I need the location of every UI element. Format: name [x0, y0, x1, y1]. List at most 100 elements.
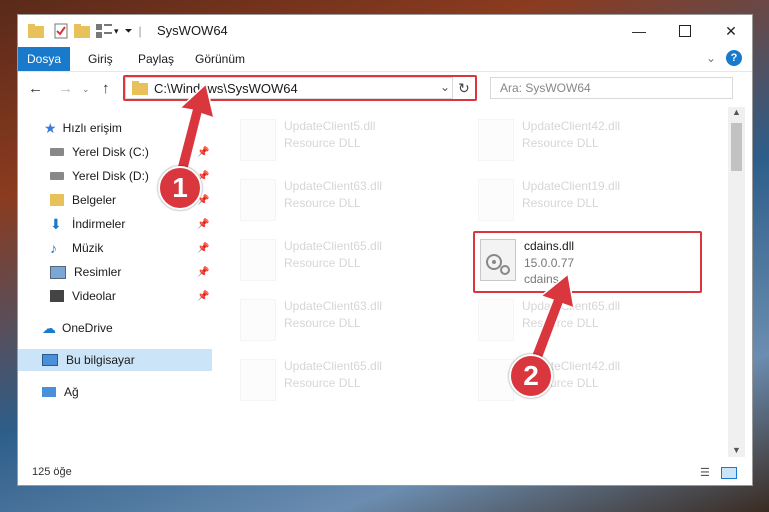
file-name: UpdateClient65.dll: [284, 239, 383, 253]
file-item[interactable]: UpdateClient65.dll Resource DLL: [236, 355, 461, 403]
customize-toolbar-icon[interactable]: ⏷: [125, 26, 133, 37]
sidebar-item-onedrive[interactable]: ☁ OneDrive: [18, 317, 212, 339]
chevron-down-icon[interactable]: ▾: [114, 26, 119, 37]
download-icon: ⬇: [50, 215, 62, 232]
dll-file-icon: [240, 239, 276, 281]
file-description: Resource DLL: [522, 316, 599, 330]
file-description: Resource DLL: [284, 256, 361, 270]
folder-icon[interactable]: [28, 24, 44, 38]
sidebar-item-label: Yerel Disk (C:): [72, 145, 149, 159]
sidebar-item-network[interactable]: Ağ: [18, 381, 212, 403]
layout-icon[interactable]: [96, 24, 112, 38]
tab-share[interactable]: Paylaş: [138, 49, 174, 69]
tab-view[interactable]: Görünüm: [195, 49, 245, 69]
sidebar-item-label: Hızlı erişim: [62, 121, 122, 135]
scroll-down-icon[interactable]: ▼: [732, 445, 741, 455]
file-description: Resource DLL: [284, 196, 361, 210]
close-icon: ✕: [725, 22, 737, 39]
annotation-badge-1: 1: [158, 166, 202, 210]
address-highlight: [123, 75, 477, 101]
ribbon-tabs: Dosya Giriş Paylaş Görünüm ⌄ ?: [18, 47, 752, 72]
sidebar-item-quick-access[interactable]: ★ Hızlı erişim: [18, 117, 212, 139]
sidebar-item-label: Yerel Disk (D:): [72, 169, 149, 183]
file-name: UpdateClient42.dll: [522, 119, 621, 133]
recent-chevron-icon[interactable]: ⌄: [82, 84, 90, 95]
sidebar-item-videos[interactable]: Videolar 📌: [18, 285, 212, 307]
file-description: Resource DLL: [284, 136, 361, 150]
dll-file-icon: [478, 179, 514, 221]
file-item[interactable]: UpdateClient19.dll Resource DLL: [474, 175, 699, 223]
file-description: Resource DLL: [284, 316, 361, 330]
sidebar-item-label: Bu bilgisayar: [66, 353, 135, 367]
sidebar-item-music[interactable]: ♪ Müzik 📌: [18, 237, 212, 259]
dll-file-icon: [240, 359, 276, 401]
minimize-icon: —: [632, 23, 646, 39]
large-icons-view-icon[interactable]: [721, 467, 737, 479]
forward-arrow-icon[interactable]: →: [58, 80, 73, 97]
minimize-button[interactable]: —: [616, 15, 662, 47]
properties-icon[interactable]: [54, 23, 68, 39]
dll-file-icon: [240, 299, 276, 341]
file-name: UpdateClient65.dll: [284, 359, 383, 373]
item-count: 125 öğe: [32, 466, 72, 478]
sidebar-item-label: Ağ: [64, 385, 79, 399]
sidebar-item-label: İndirmeler: [72, 217, 126, 231]
computer-icon: [42, 354, 58, 366]
maximize-button[interactable]: [662, 15, 708, 47]
file-name: UpdateClient65.dll: [522, 299, 621, 313]
drive-icon: [50, 172, 64, 180]
file-item[interactable]: UpdateClient5.dll Resource DLL: [236, 115, 461, 163]
ribbon-expand-icon[interactable]: ⌄: [706, 51, 716, 65]
details-view-icon[interactable]: ☰: [700, 466, 710, 479]
close-button[interactable]: ✕: [708, 15, 754, 47]
quick-access-toolbar: ▾ ⏷ |: [28, 21, 142, 41]
file-item[interactable]: UpdateClient65.dll Resource DLL: [236, 235, 461, 283]
file-description: Resource DLL: [284, 376, 361, 390]
file-name: UpdateClient63.dll: [284, 179, 383, 193]
dll-file-icon: [240, 179, 276, 221]
sidebar-item-downloads[interactable]: ⬇ İndirmeler 📌: [18, 213, 212, 235]
tab-home[interactable]: Giriş: [88, 49, 113, 69]
back-arrow-icon[interactable]: ←: [28, 80, 43, 97]
sidebar-item-this-pc[interactable]: Bu bilgisayar: [18, 349, 212, 371]
file-item[interactable]: UpdateClient42.dll Resource DLL: [474, 115, 699, 163]
pin-icon[interactable]: 📌: [197, 219, 209, 230]
star-icon: ★: [44, 119, 57, 136]
up-arrow-icon[interactable]: ↑: [102, 80, 110, 97]
file-item[interactable]: UpdateClient42.dll Resource DLL: [474, 355, 699, 403]
annotation-badge-2: 2: [509, 354, 553, 398]
dll-file-icon: [478, 299, 514, 341]
music-icon: ♪: [50, 240, 57, 256]
pin-icon[interactable]: 📌: [197, 147, 209, 158]
sidebar-item-label: OneDrive: [62, 321, 113, 335]
sidebar-item-pictures[interactable]: Resimler 📌: [18, 261, 212, 283]
sidebar-item-disk-c[interactable]: Yerel Disk (C:) 📌: [18, 141, 212, 163]
file-highlight: [473, 231, 702, 293]
documents-icon: [50, 194, 64, 206]
tab-file[interactable]: Dosya: [18, 47, 70, 71]
file-item[interactable]: UpdateClient65.dll Resource DLL: [474, 295, 699, 343]
sidebar-item-label: Müzik: [72, 241, 104, 255]
pin-icon[interactable]: 📌: [197, 291, 209, 302]
dll-file-icon: [240, 119, 276, 161]
window-title: SysWOW64: [157, 23, 228, 38]
file-description: Resource DLL: [522, 196, 599, 210]
navigation-pane: ★ Hızlı erişim Yerel Disk (C:) 📌 Yerel D…: [18, 107, 212, 457]
vertical-scrollbar[interactable]: ▲ ▼: [728, 107, 745, 457]
scroll-up-icon[interactable]: ▲: [732, 107, 741, 117]
search-input[interactable]: Ara: SysWOW64: [490, 77, 733, 99]
file-item[interactable]: UpdateClient63.dll Resource DLL: [236, 295, 461, 343]
sidebar-item-label: Belgeler: [72, 193, 117, 207]
pin-icon[interactable]: 📌: [197, 243, 209, 254]
file-name: UpdateClient19.dll: [522, 179, 621, 193]
file-item[interactable]: UpdateClient63.dll Resource DLL: [236, 175, 461, 223]
file-name: UpdateClient63.dll: [284, 299, 383, 313]
sidebar-item-label: Videolar: [72, 289, 116, 303]
sidebar-item-label: Resimler: [74, 265, 122, 279]
help-icon[interactable]: ?: [726, 50, 742, 66]
video-icon: [50, 290, 64, 302]
network-icon: [42, 387, 56, 397]
pin-icon[interactable]: 📌: [197, 267, 209, 278]
scroll-thumb[interactable]: [731, 123, 742, 171]
new-folder-icon[interactable]: [74, 24, 90, 38]
